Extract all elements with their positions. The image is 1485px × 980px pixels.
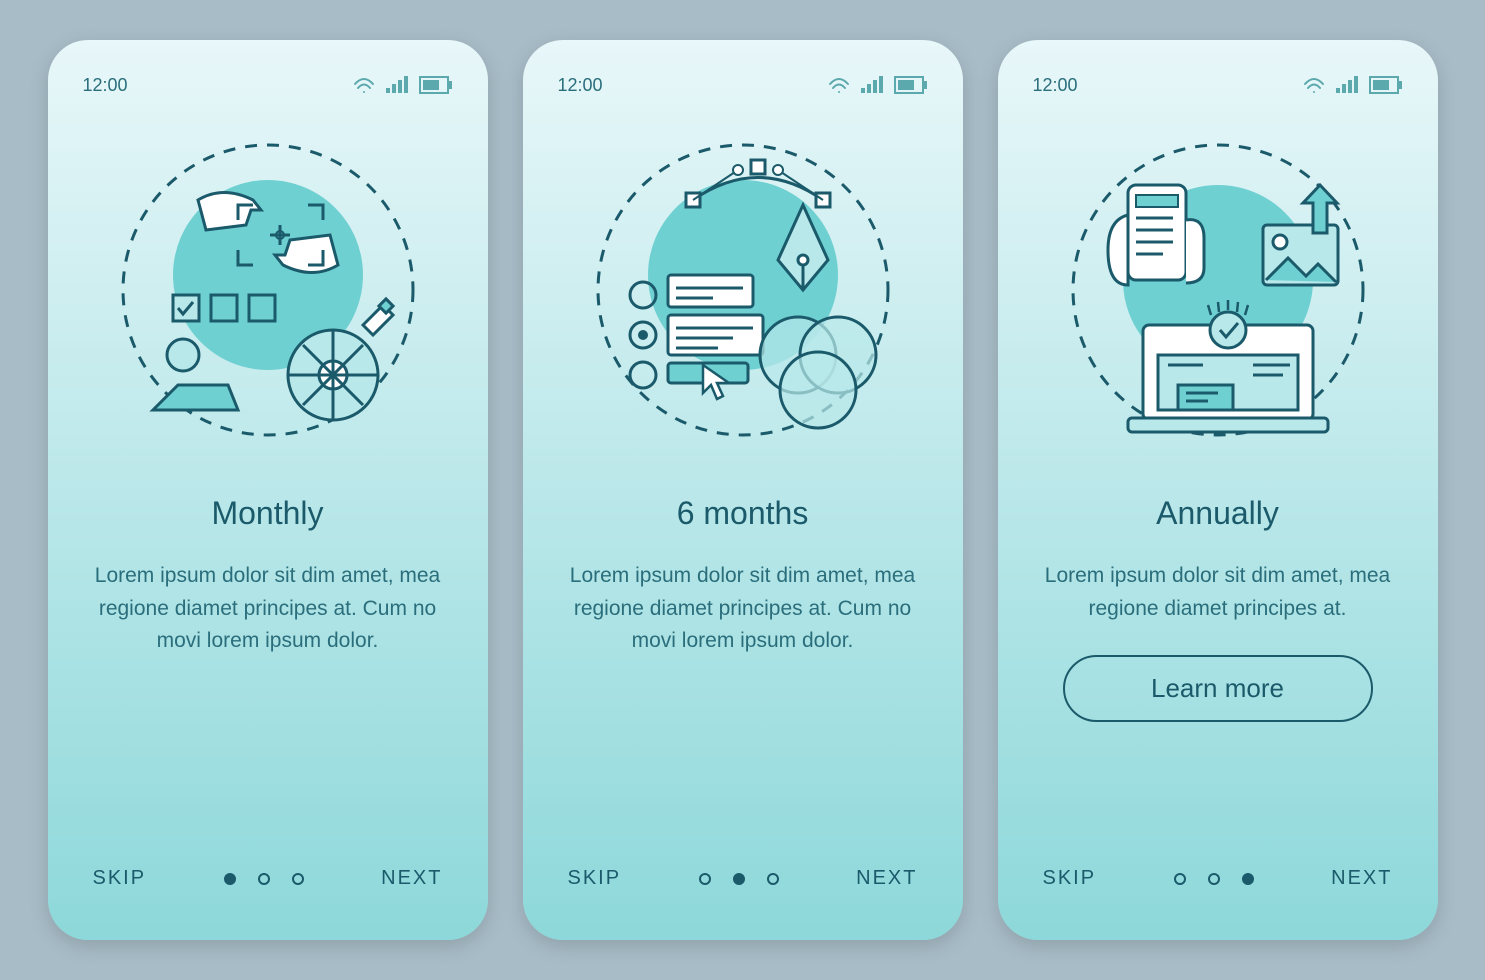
screen-description: Lorem ipsum dolor sit dim amet, mea regi… (558, 560, 928, 658)
illustration-monthly (83, 120, 453, 460)
wifi-icon (1303, 76, 1325, 94)
onboarding-screen-6months: 12:00 (523, 40, 963, 940)
wifi-icon (353, 76, 375, 94)
illustration-annually (1033, 120, 1403, 460)
onboarding-screen-monthly: 12:00 (48, 40, 488, 940)
footer-nav: SKIP NEXT (1033, 867, 1403, 900)
status-icons (1303, 76, 1403, 94)
battery-icon (1369, 76, 1403, 94)
footer-nav: SKIP NEXT (558, 867, 928, 900)
footer-nav: SKIP NEXT (83, 867, 453, 900)
illustration-6months (558, 120, 928, 460)
dot-3[interactable] (1242, 873, 1254, 885)
next-button[interactable]: NEXT (856, 867, 917, 890)
dot-3[interactable] (292, 873, 304, 885)
skip-button[interactable]: SKIP (93, 867, 147, 890)
signal-icon (860, 76, 884, 94)
clock: 12:00 (1033, 75, 1078, 96)
next-button[interactable]: NEXT (1331, 867, 1392, 890)
dot-3[interactable] (767, 873, 779, 885)
screen-title: Annually (1033, 495, 1403, 532)
wifi-icon (828, 76, 850, 94)
status-bar: 12:00 (558, 70, 928, 100)
clock: 12:00 (558, 75, 603, 96)
skip-button[interactable]: SKIP (568, 867, 622, 890)
learn-more-button[interactable]: Learn more (1063, 655, 1373, 722)
dot-1[interactable] (1174, 873, 1186, 885)
next-button[interactable]: NEXT (381, 867, 442, 890)
status-bar: 12:00 (1033, 70, 1403, 100)
page-indicator (224, 873, 304, 885)
clock: 12:00 (83, 75, 128, 96)
screen-description: Lorem ipsum dolor sit dim amet, mea regi… (1033, 560, 1403, 625)
signal-icon (385, 76, 409, 94)
screen-title: 6 months (558, 495, 928, 532)
battery-icon (894, 76, 928, 94)
dot-2[interactable] (733, 873, 745, 885)
screen-description: Lorem ipsum dolor sit dim amet, mea regi… (83, 560, 453, 658)
screen-title: Monthly (83, 495, 453, 532)
status-icons (353, 76, 453, 94)
dot-1[interactable] (699, 873, 711, 885)
dot-2[interactable] (258, 873, 270, 885)
signal-icon (1335, 76, 1359, 94)
onboarding-screen-annually: 12:00 (998, 40, 1438, 940)
page-indicator (699, 873, 779, 885)
status-bar: 12:00 (83, 70, 453, 100)
status-icons (828, 76, 928, 94)
dot-1[interactable] (224, 873, 236, 885)
dot-2[interactable] (1208, 873, 1220, 885)
page-indicator (1174, 873, 1254, 885)
battery-icon (419, 76, 453, 94)
skip-button[interactable]: SKIP (1043, 867, 1097, 890)
